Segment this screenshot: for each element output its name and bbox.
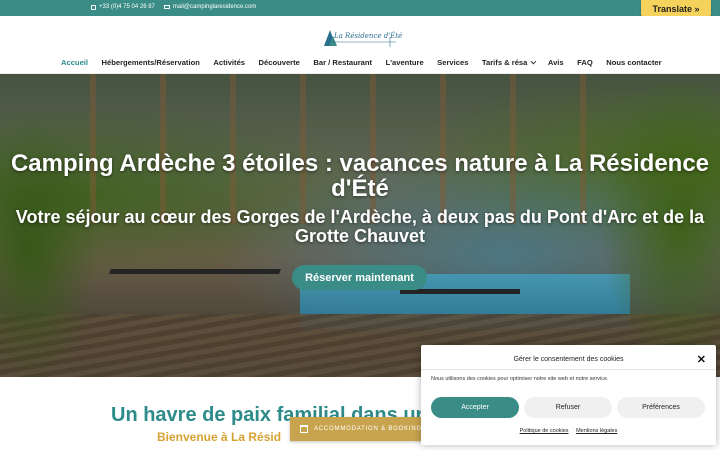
accept-cookies-button[interactable]: Accepter [431,397,519,418]
hero-subtitle: Votre séjour au cœur des Gorges de l'Ard… [15,207,705,246]
booking-bar-label: ACCOMMODATION & BOOKING [314,426,422,432]
email-text: mail@campinglaresidence.com [172,4,257,10]
cookie-buttons: Accepter Refuser Préférences [431,397,705,418]
nav-item-faq[interactable]: FAQ [577,58,593,67]
accommodation-booking-button[interactable]: ACCOMMODATION & BOOKING [290,417,422,441]
calendar-icon [300,425,308,433]
nav-item-decouverte[interactable]: Découverte [259,58,300,67]
nav-item-hebergements[interactable]: Hébergements/Réservation [102,58,200,67]
cookie-policy-link[interactable]: Politique de cookies [520,428,569,434]
nav-item-contact[interactable]: Nous contacter [606,58,661,67]
close-icon[interactable]: ✕ [697,353,706,366]
nav-item-accueil[interactable]: Accueil [61,58,88,67]
nav-item-tarifs[interactable]: Tarifs & résa [481,58,537,67]
cookie-consent-dialog: Gérer le consentement des cookies ✕ Nous… [421,345,716,445]
chevron-down-icon [530,58,537,65]
cookie-dialog-title: Gérer le consentement des cookies [513,356,624,363]
hero-banner: Camping Ardèche 3 étoiles : vacances nat… [0,74,720,377]
refuse-cookies-button[interactable]: Refuser [524,397,612,418]
cookie-preferences-button[interactable]: Préférences [617,397,705,418]
logo-text: La Résidence d'Été [334,32,403,40]
contact-info: +33 (0)4 75 04 26 87 mail@campinglaresid… [91,4,256,10]
nav-item-activites[interactable]: Activités [213,58,245,67]
phone-text: +33 (0)4 75 04 26 87 [99,4,155,10]
nav-item-bar-restaurant[interactable]: Bar / Restaurant [313,58,372,67]
phone-link[interactable]: +33 (0)4 75 04 26 87 [91,4,155,10]
nav-item-avis[interactable]: Avis [548,58,564,67]
divider [421,369,716,370]
page: +33 (0)4 75 04 26 87 mail@campinglaresid… [0,0,720,450]
cookie-links: Politique de cookies Mentions légales [421,428,716,434]
legal-notice-link[interactable]: Mentions légales [576,428,617,434]
nav-item-services[interactable]: Services [437,58,468,67]
top-bar: +33 (0)4 75 04 26 87 mail@campinglaresid… [0,0,720,17]
phone-icon [91,4,96,10]
book-now-button[interactable]: Réserver maintenant [292,265,427,290]
site-logo[interactable]: La Résidence d'Été [322,24,402,50]
mail-icon [163,5,170,9]
site-header: La Résidence d'Été Accueil Hébergements/… [0,16,720,74]
cookie-description: Nous utilisons des cookies pour optimise… [431,376,609,382]
main-nav: Accueil Hébergements/Réservation Activit… [61,58,662,67]
hero-title: Camping Ardèche 3 étoiles : vacances nat… [10,150,710,202]
nav-item-tarifs-label: Tarifs & résa [481,58,528,67]
translate-button[interactable]: Translate » [641,0,711,17]
email-link[interactable]: mail@campinglaresidence.com [163,4,257,10]
nav-item-aventure[interactable]: L'aventure [386,58,424,67]
intro-subheading: Bienvenue à La Résid [157,430,282,444]
